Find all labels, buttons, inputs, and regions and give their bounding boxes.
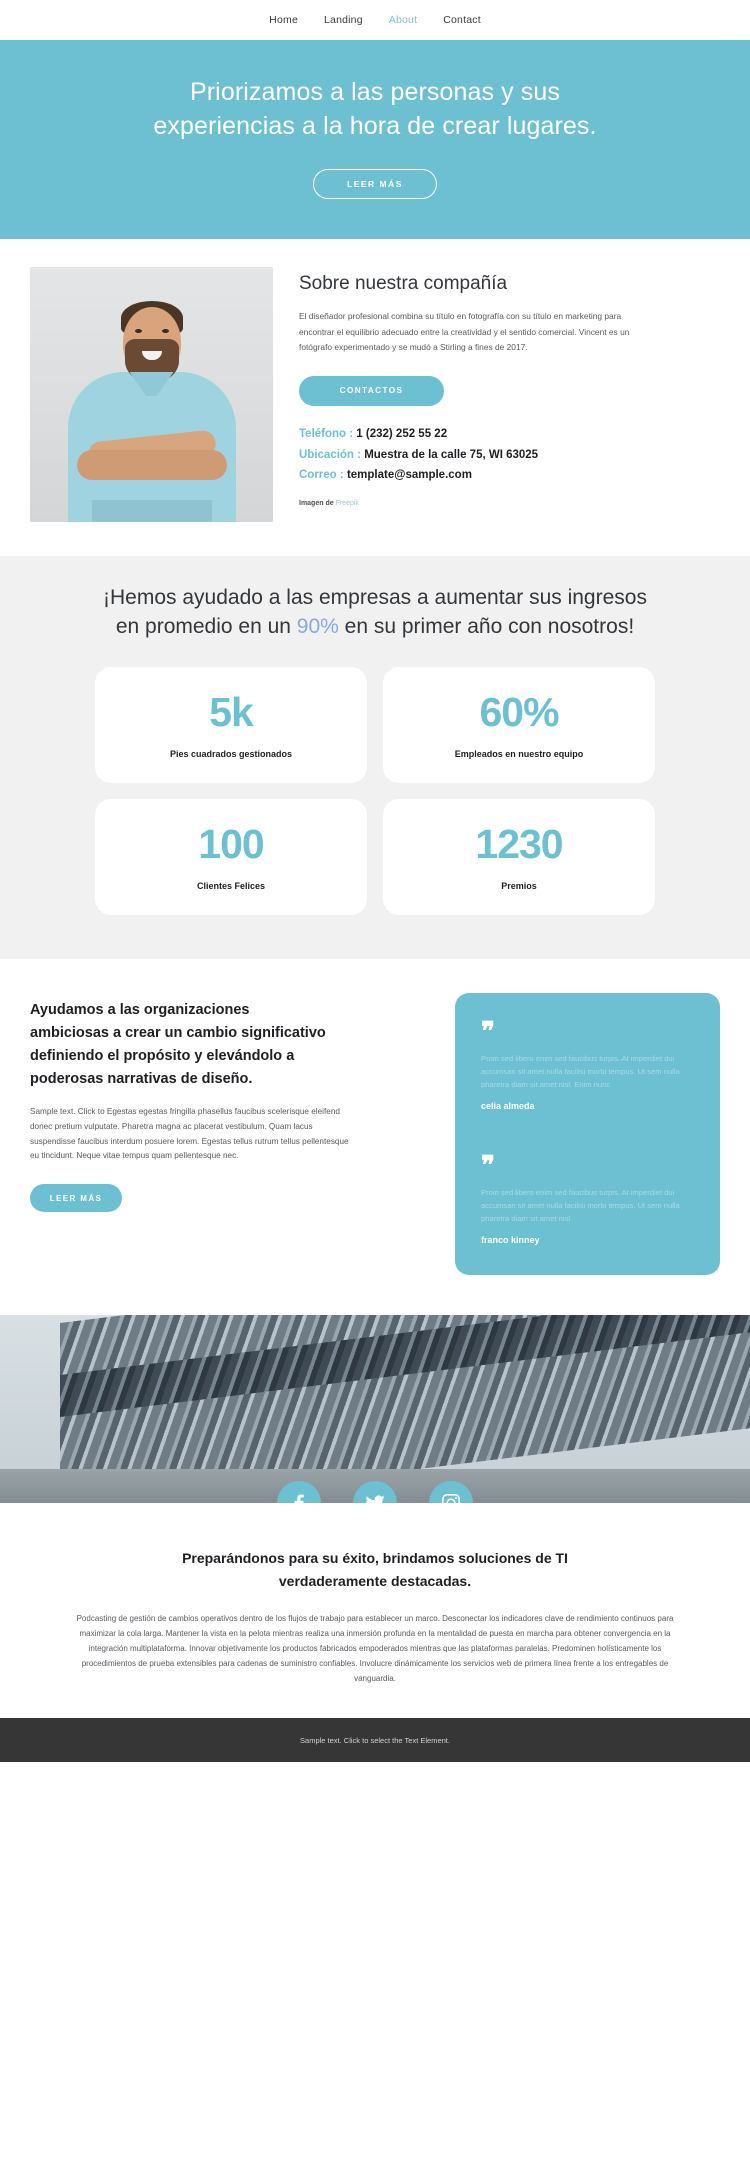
page-footer: Sample text. Click to select the Text El…	[0, 1718, 750, 1763]
testimonial: ❞ Proin sed libero enim sed faucibus tur…	[481, 1016, 694, 1112]
stat-number: 1230	[475, 820, 563, 867]
contact-details: Teléfono : 1 (232) 252 55 22 Ubicación :…	[299, 424, 720, 487]
hero-title: Priorizamos a las personas y sus experie…	[153, 78, 597, 140]
contact-phone-label: Teléfono	[299, 427, 347, 440]
stats-title-highlight: 90%	[296, 614, 339, 638]
footer-text[interactable]: Sample text. Click to select the Text El…	[300, 1736, 450, 1745]
stats-section: ¡Hemos ayudado a las empresas a aumentar…	[0, 556, 750, 960]
nav-item-contact[interactable]: Contact	[443, 14, 481, 26]
testimonials-panel: ❞ Proin sed libero enim sed faucibus tur…	[455, 993, 720, 1275]
stat-label: Clientes Felices	[196, 880, 266, 891]
twitter-icon[interactable]	[353, 1480, 397, 1503]
main-navigation: Home Landing About Contact	[0, 0, 750, 40]
contact-location-sep: :	[353, 448, 365, 461]
stat-card: 1230 Premios	[383, 799, 655, 916]
contact-email-value: template@sample.com	[346, 469, 472, 482]
design-content: Ayudamos a las organizaciones ambiciosas…	[30, 993, 429, 1213]
about-portrait-image	[30, 267, 273, 522]
instagram-icon[interactable]	[429, 1480, 473, 1503]
design-title: Ayudamos a las organizaciones ambiciosas…	[30, 1002, 326, 1087]
testimonial: ❞ Proin sed libero enim sed faucibus tur…	[481, 1150, 694, 1245]
stat-number: 60%	[479, 688, 559, 735]
contact-location-value: Muestra de la calle 75, WI 63025	[364, 448, 539, 461]
stat-label: Pies cuadrados gestionados	[169, 748, 293, 759]
contact-location-label: Ubicación	[299, 448, 354, 461]
stat-card: 100 Clientes Felices	[95, 799, 367, 916]
image-credit-link[interactable]: Freepik	[336, 500, 359, 507]
social-links	[0, 1480, 750, 1503]
design-description: Sample text. Click to Egestas egestas fr…	[30, 1106, 349, 1161]
contact-email-label: Correo	[299, 469, 337, 482]
landing-page: Home Landing About Contact Priorizamos a…	[0, 0, 750, 1763]
quote-icon: ❞	[481, 1016, 495, 1047]
testimonial-text: Proin sed libero enim sed faucibus turpi…	[481, 1053, 680, 1089]
testimonial-author: franco kinney	[481, 1234, 540, 1245]
contact-phone-sep: :	[346, 427, 357, 440]
image-credit-prefix: Imagen de	[299, 500, 334, 508]
hero-read-more-button[interactable]: LEER MÁS	[313, 169, 437, 199]
stats-title-part2: en su primer año con nosotros!	[338, 614, 635, 638]
stat-label: Empleados en nuestro equipo	[454, 748, 584, 759]
about-content: Sobre nuestra compañía El diseñador prof…	[299, 267, 720, 507]
about-title: Sobre nuestra compañía	[299, 273, 508, 294]
nav-item-landing[interactable]: Landing	[324, 14, 363, 26]
closing-section: Preparándonos para su éxito, brindamos s…	[0, 1502, 750, 1719]
hero-section: Priorizamos a las personas y sus experie…	[0, 40, 750, 239]
contact-phone: Teléfono : 1 (232) 252 55 22	[299, 424, 720, 445]
nav-item-about[interactable]: About	[389, 14, 417, 26]
testimonial-author: celia almeda	[481, 1101, 535, 1112]
contact-location: Ubicación : Muestra de la calle 75, WI 6…	[299, 445, 720, 466]
quote-icon: ❞	[481, 1150, 495, 1181]
contact-email-sep: :	[336, 469, 347, 482]
stat-number: 5k	[209, 688, 254, 735]
closing-description: Podcasting de gestión de cambios operati…	[76, 1614, 674, 1683]
contact-email: Correo : template@sample.com	[299, 465, 720, 486]
contact-phone-value: 1 (232) 252 55 22	[356, 427, 448, 440]
building-banner	[0, 1314, 750, 1503]
nav-item-home[interactable]: Home	[269, 14, 298, 26]
closing-title: Preparándonos para su éxito, brindamos s…	[182, 1549, 568, 1589]
stat-label: Premios	[501, 880, 537, 891]
facebook-icon[interactable]	[277, 1480, 321, 1503]
contacts-button[interactable]: CONTACTOS	[299, 375, 444, 406]
about-description: El diseñador profesional combina su títu…	[299, 311, 630, 353]
stat-card: 5k Pies cuadrados gestionados	[95, 667, 367, 784]
image-credit: Imagen de Freepik	[299, 500, 720, 507]
testimonial-text: Proin sed libero enim sed faucibus turpi…	[481, 1187, 680, 1223]
stats-title: ¡Hemos ayudado a las empresas a aumentar…	[95, 584, 655, 641]
stats-grid: 5k Pies cuadrados gestionados 60% Emplea…	[95, 667, 655, 916]
design-read-more-button[interactable]: LEER MÁS	[30, 1184, 122, 1213]
stat-card: 60% Empleados en nuestro equipo	[383, 667, 655, 784]
design-section: Ayudamos a las organizaciones ambiciosas…	[0, 959, 750, 1315]
stat-number: 100	[198, 820, 264, 867]
about-section: Sobre nuestra compañía El diseñador prof…	[0, 239, 750, 556]
